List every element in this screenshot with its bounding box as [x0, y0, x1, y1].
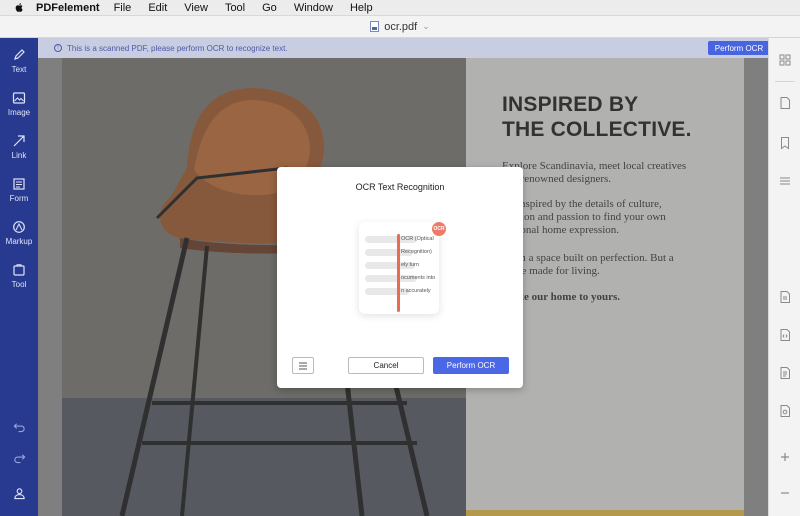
app-window: PDFelement File Edit View Tool Go Window… [0, 0, 800, 516]
undo-button[interactable] [0, 420, 38, 433]
tool-image-label: Image [7, 108, 31, 117]
tool-form[interactable]: Form [0, 177, 38, 217]
tool-link-label: Link [11, 151, 27, 160]
tool-form-label: Form [9, 194, 29, 203]
illustration-line-5: n accurately [401, 288, 431, 294]
menu-bar: PDFelement File Edit View Tool Go Window… [0, 0, 800, 16]
form-icon [13, 178, 25, 190]
menu-window[interactable]: Window [294, 2, 333, 14]
ocr-dialog: OCR Text Recognition OCR (Optical Recogn… [277, 167, 523, 388]
tool-markup[interactable]: Markup [0, 220, 38, 260]
image-file-icon[interactable] [778, 404, 792, 418]
illustration-line-4: ocuments into [401, 275, 436, 281]
redo-icon [13, 454, 25, 464]
scan-line [397, 234, 400, 312]
list-icon[interactable] [778, 174, 792, 188]
link-icon [13, 135, 25, 147]
menu-tool[interactable]: Tool [225, 2, 245, 14]
perform-ocr-bar-button[interactable]: Perform OCR [708, 41, 770, 55]
left-toolbar: Text Image Link Form Markup Tool [0, 38, 38, 516]
user-icon [13, 488, 25, 500]
chevron-down-icon[interactable]: ⌄ [422, 21, 430, 32]
tool-icon [13, 264, 25, 276]
ocr-notification-text: This is a scanned PDF, please perform OC… [67, 43, 288, 53]
image-icon [12, 92, 26, 104]
tool-tool-label: Tool [11, 280, 27, 289]
illustration-line-1: OCR (Optical [401, 236, 434, 242]
tool-tool[interactable]: Tool [0, 263, 38, 303]
zoom-out-icon[interactable] [778, 486, 792, 500]
menu-view[interactable]: View [184, 2, 208, 14]
ocr-illustration: OCR (Optical Recognition) ely turn ocume… [359, 222, 439, 314]
cancel-button[interactable]: Cancel [348, 357, 424, 374]
perform-ocr-button[interactable]: Perform OCR [433, 357, 509, 374]
pen-icon [14, 49, 25, 60]
ocr-notification-bar: ! This is a scanned PDF, please perform … [38, 38, 770, 58]
illustration-line-2: Recognition) [401, 249, 432, 255]
zoom-in-icon[interactable] [778, 450, 792, 464]
undo-icon [13, 423, 25, 433]
window-title[interactable]: ocr.pdf [384, 21, 417, 33]
title-bar: ocr.pdf ⌄ [0, 16, 800, 38]
markup-icon [13, 221, 25, 233]
menu-file[interactable]: File [114, 2, 132, 14]
tool-markup-label: Markup [5, 237, 33, 246]
tool-text[interactable]: Text [0, 48, 38, 88]
ocr-badge: OCR [431, 221, 447, 237]
tool-link[interactable]: Link [0, 134, 38, 174]
text-file-icon[interactable] [778, 290, 792, 304]
info-icon: ! [54, 44, 62, 52]
doc-file-icon[interactable] [778, 366, 792, 380]
right-sidebar [768, 38, 800, 516]
account-button[interactable] [0, 487, 38, 500]
menu-help[interactable]: Help [350, 2, 373, 14]
illustration-line-3: ely turn [401, 262, 420, 268]
pdf-document-icon [370, 21, 380, 32]
bookmark-icon[interactable] [778, 136, 792, 150]
tool-image[interactable]: Image [0, 91, 38, 131]
redo-button[interactable] [0, 451, 38, 464]
code-file-icon[interactable] [778, 328, 792, 342]
dialog-title: OCR Text Recognition [355, 182, 445, 192]
apple-icon[interactable] [12, 1, 26, 15]
menu-go[interactable]: Go [262, 2, 277, 14]
tool-text-label: Text [11, 65, 27, 74]
menu-app-name[interactable]: PDFelement [36, 2, 100, 14]
page-icon[interactable] [778, 96, 792, 110]
menu-icon [299, 362, 307, 369]
ocr-settings-button[interactable] [292, 357, 314, 374]
menu-edit[interactable]: Edit [148, 2, 167, 14]
thumbnails-icon[interactable] [778, 53, 792, 67]
